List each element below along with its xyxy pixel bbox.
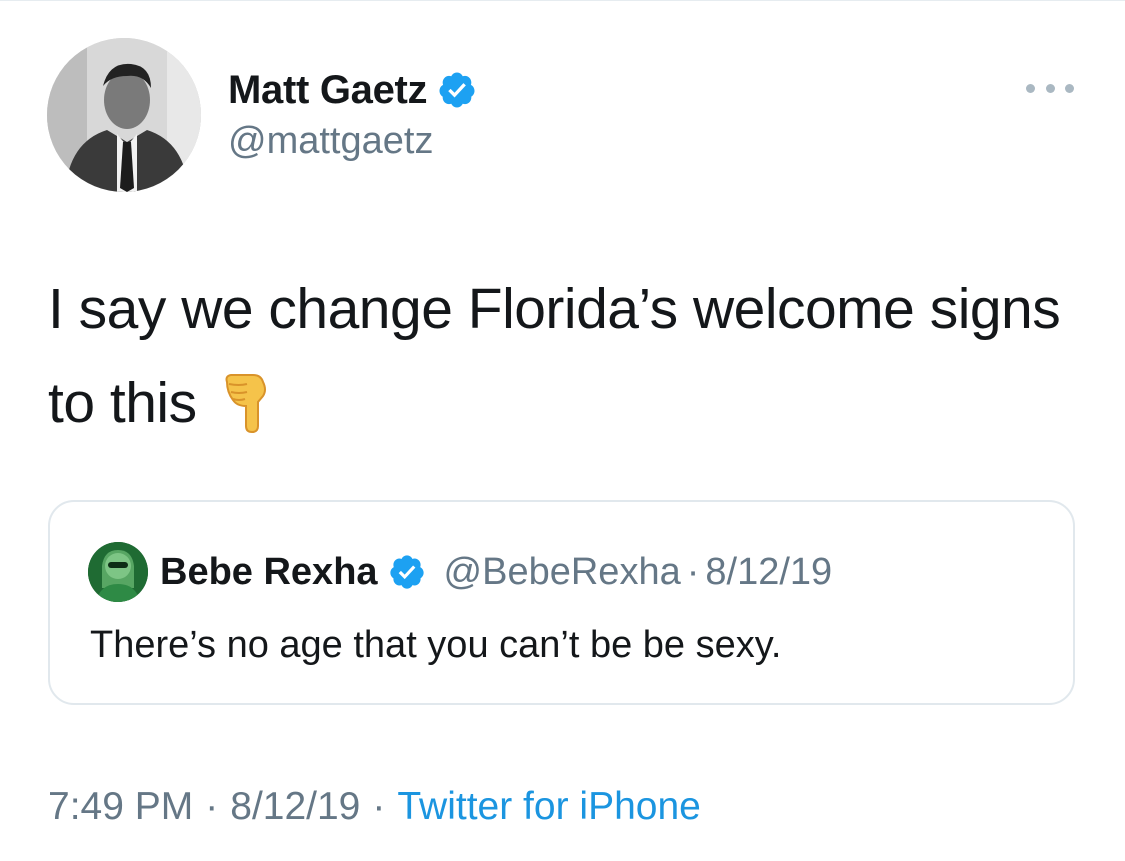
meta-separator: · xyxy=(372,785,386,828)
tweet-text-content: I say we change Florida’s welcome signs … xyxy=(48,277,1061,435)
author-handle[interactable]: @mattgaetz xyxy=(228,120,433,163)
quoted-tweet-header: Bebe Rexha @BebeRexha · 8/12/19 xyxy=(160,546,832,598)
meta-separator: · xyxy=(205,785,219,828)
quoted-tweet-date[interactable]: 8/12/19 xyxy=(705,551,832,594)
pointing-down-emoji-icon xyxy=(223,368,273,434)
more-dot xyxy=(1065,83,1074,93)
tweet-text: I say we change Florida’s welcome signs … xyxy=(48,262,1068,450)
quoted-author-avatar[interactable] xyxy=(88,542,148,602)
author-avatar[interactable] xyxy=(47,38,201,192)
quoted-tweet-card[interactable]: Bebe Rexha @BebeRexha · 8/12/19 There’s … xyxy=(48,500,1075,705)
more-dot xyxy=(1026,83,1035,93)
author-name-row: Matt Gaetz xyxy=(228,66,477,114)
tweet-meta: 7:49 PM · 8/12/19 · Twitter for iPhone xyxy=(48,782,701,832)
quoted-tweet-text: There’s no age that you can’t be be sexy… xyxy=(90,624,782,666)
verified-badge-icon xyxy=(437,70,477,110)
quoted-author-handle[interactable]: @BebeRexha xyxy=(444,551,681,594)
top-divider xyxy=(0,0,1125,1)
avatar-photo xyxy=(47,38,201,192)
more-options-icon[interactable] xyxy=(1026,78,1074,98)
tweet-time[interactable]: 7:49 PM xyxy=(48,785,193,829)
more-dot xyxy=(1045,83,1055,93)
tweet-date[interactable]: 8/12/19 xyxy=(230,785,360,829)
quoted-avatar-photo xyxy=(88,542,148,602)
author-name[interactable]: Matt Gaetz xyxy=(228,68,428,113)
quoted-separator: · xyxy=(686,550,700,593)
quoted-author-name[interactable]: Bebe Rexha xyxy=(160,551,378,594)
quoted-verified-badge-icon xyxy=(388,553,426,591)
tweet-source-link[interactable]: Twitter for iPhone xyxy=(397,785,700,829)
